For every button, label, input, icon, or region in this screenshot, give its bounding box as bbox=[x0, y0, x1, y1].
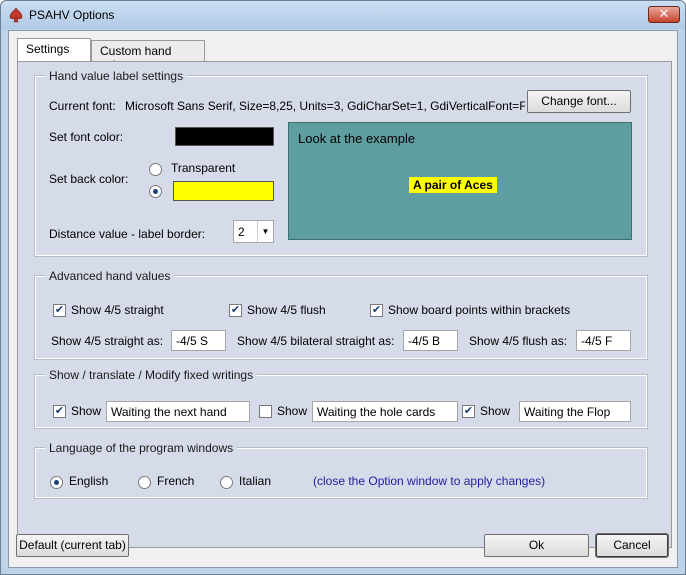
language-label-french: French bbox=[157, 474, 195, 488]
back-color-swatch[interactable] bbox=[173, 181, 274, 201]
spade-app-icon bbox=[9, 7, 23, 23]
distance-label: Distance value - label border: bbox=[49, 227, 206, 241]
language-note: (close the Option window to apply change… bbox=[313, 474, 546, 488]
dialog-client: Settings Custom hand values Hand value l… bbox=[8, 30, 678, 568]
label-settings-title: Hand value label settings bbox=[45, 69, 188, 83]
show-flush-checkbox[interactable]: ✔ bbox=[229, 304, 242, 317]
straight-as-input[interactable]: -4/5 S bbox=[171, 330, 226, 351]
writing-input-1[interactable]: Waiting the next hand bbox=[106, 401, 250, 422]
transparent-label: Transparent bbox=[171, 161, 236, 175]
advanced-group: Advanced hand values ✔ Show 4/5 straight… bbox=[34, 269, 648, 360]
flush-as-input[interactable]: -4/5 F bbox=[576, 330, 631, 351]
language-radio-italian[interactable] bbox=[220, 476, 233, 489]
language-label-italian: Italian bbox=[239, 474, 272, 488]
flush-as-label: Show 4/5 flush as: bbox=[469, 334, 568, 348]
show-writing-checkbox-2[interactable] bbox=[259, 405, 272, 418]
show-board-label: Show board points within brackets bbox=[388, 303, 571, 317]
show-straight-label: Show 4/5 straight bbox=[71, 303, 164, 317]
window-title: PSAHV Options bbox=[29, 8, 115, 22]
language-label-english: English bbox=[69, 474, 109, 488]
back-color-label: Set back color: bbox=[49, 172, 129, 186]
show-flush-label: Show 4/5 flush bbox=[247, 303, 326, 317]
label-settings-group: Hand value label settings Current font: … bbox=[34, 69, 648, 257]
show-writing-label-3: Show bbox=[480, 404, 511, 418]
back-color-radio[interactable] bbox=[149, 185, 162, 198]
label-preview-box: Look at the example A pair of Aces bbox=[288, 122, 632, 240]
font-color-label: Set font color: bbox=[49, 130, 124, 144]
font-color-swatch[interactable] bbox=[175, 127, 274, 146]
show-board-checkbox[interactable]: ✔ bbox=[370, 304, 383, 317]
cancel-button[interactable]: Cancel bbox=[595, 533, 669, 558]
writing-input-2[interactable]: Waiting the hole cards bbox=[312, 401, 458, 422]
current-font-label: Current font: bbox=[49, 99, 116, 113]
ok-button[interactable]: Ok bbox=[484, 534, 589, 557]
advanced-title: Advanced hand values bbox=[45, 269, 175, 283]
tab-settings[interactable]: Settings bbox=[17, 38, 91, 61]
options-window: PSAHV Options ✕ Settings Custom hand val… bbox=[0, 0, 686, 575]
writings-group: Show / translate / Modify fixed writings… bbox=[34, 368, 648, 429]
transparent-radio[interactable] bbox=[149, 163, 162, 176]
default-button[interactable]: Default (current tab) bbox=[16, 534, 129, 557]
bilateral-as-label: Show 4/5 bilateral straight as: bbox=[237, 334, 395, 348]
show-writing-label-2: Show bbox=[277, 404, 308, 418]
current-font-value: Microsoft Sans Serif, Size=8,25, Units=3… bbox=[125, 99, 525, 113]
preview-caption: Look at the example bbox=[298, 131, 416, 146]
show-writing-checkbox-1[interactable]: ✔ bbox=[53, 405, 66, 418]
distance-select[interactable]: 2 ▼ bbox=[233, 220, 274, 243]
writing-input-3[interactable]: Waiting the Flop bbox=[519, 401, 631, 422]
bilateral-as-input[interactable]: -4/5 B bbox=[403, 330, 458, 351]
chevron-down-icon[interactable]: ▼ bbox=[257, 221, 273, 242]
tab-custom-hand-values[interactable]: Custom hand values bbox=[91, 40, 205, 72]
show-writing-label-1: Show bbox=[71, 404, 102, 418]
language-radio-english[interactable] bbox=[50, 476, 63, 489]
straight-as-label: Show 4/5 straight as: bbox=[51, 334, 164, 348]
settings-tab-panel: Hand value label settings Current font: … bbox=[17, 61, 672, 548]
writings-title: Show / translate / Modify fixed writings bbox=[45, 368, 258, 382]
change-font-button[interactable]: Change font... bbox=[527, 90, 631, 113]
preview-example-label: A pair of Aces bbox=[409, 177, 497, 193]
language-title: Language of the program windows bbox=[45, 441, 238, 455]
show-straight-checkbox[interactable]: ✔ bbox=[53, 304, 66, 317]
language-radio-french[interactable] bbox=[138, 476, 151, 489]
title-bar[interactable]: PSAHV Options ✕ bbox=[1, 1, 685, 29]
distance-value: 2 bbox=[238, 225, 245, 239]
show-writing-checkbox-3[interactable]: ✔ bbox=[462, 405, 475, 418]
language-group: Language of the program windows English … bbox=[34, 441, 648, 499]
close-icon[interactable]: ✕ bbox=[648, 6, 680, 23]
